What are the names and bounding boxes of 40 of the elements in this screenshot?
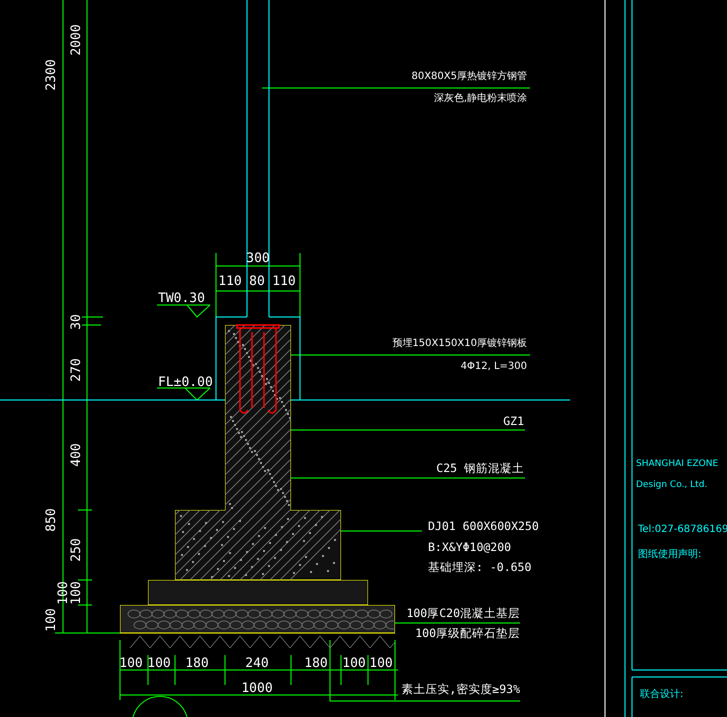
callout-text: GZ1 <box>503 414 524 428</box>
dimension-label: 100 <box>119 656 143 671</box>
dimension-label: 850 <box>44 508 59 532</box>
callout-text: DJ01 600X600X250 <box>428 519 539 533</box>
callout-text: 素土压实,密实度≥93% <box>401 682 520 696</box>
dimension-label: 30 <box>69 314 84 330</box>
dimension-label: 180 <box>304 656 328 671</box>
notice-heading: 图纸使用声明: <box>638 549 702 560</box>
dimension-label: 100 <box>56 581 71 605</box>
level-label: TW0.30 <box>158 291 205 306</box>
dimension-label: 80 <box>249 274 265 289</box>
dimension-label: 180 <box>185 656 209 671</box>
dimension-label: 110 <box>218 274 242 289</box>
company-name: SHANGHAI EZONE <box>636 459 718 469</box>
dimension-label: 2300 <box>44 59 59 91</box>
dimension-label: 1000 <box>241 681 273 696</box>
callout-text: C25 钢筋混凝土 <box>436 461 524 475</box>
dimension-label: 270 <box>69 358 84 382</box>
dimension-label: 100 <box>147 656 171 671</box>
dimension-label: 250 <box>69 538 84 562</box>
dimension-label: 2000 <box>69 24 84 56</box>
level-label: FL±0.00 <box>158 375 213 390</box>
callout-text: 80X80X5厚热镀锌方钢管 <box>411 71 527 82</box>
dimension-label: 100 <box>342 656 366 671</box>
company-name: Design Co., Ltd. <box>636 480 708 490</box>
dimension-label: 240 <box>245 656 269 671</box>
callout-text: 深灰色,静电粉末喷涂 <box>434 93 527 104</box>
callout-text: 4Φ12, L=300 <box>460 361 527 372</box>
dimension-label: 100 <box>369 656 393 671</box>
section-marker-drawing <box>132 696 188 717</box>
callout-text: 100厚C20混凝土基层 <box>406 606 520 620</box>
dimension-label: 110 <box>272 274 296 289</box>
dimension-label: 100 <box>44 608 59 632</box>
callout-text: 基础埋深: -0.650 <box>428 560 532 574</box>
joint-design-label: 联合设计: <box>640 689 684 700</box>
dimension-label: 100 <box>69 581 84 605</box>
callout-text: 预埋150X150X10厚镀锌钢板 <box>392 338 527 349</box>
dimension-label: 400 <box>69 443 84 467</box>
callout-text: B:X&YΦ10@200 <box>428 540 512 554</box>
callout-text: 100厚级配碎石垫层 <box>415 626 520 640</box>
